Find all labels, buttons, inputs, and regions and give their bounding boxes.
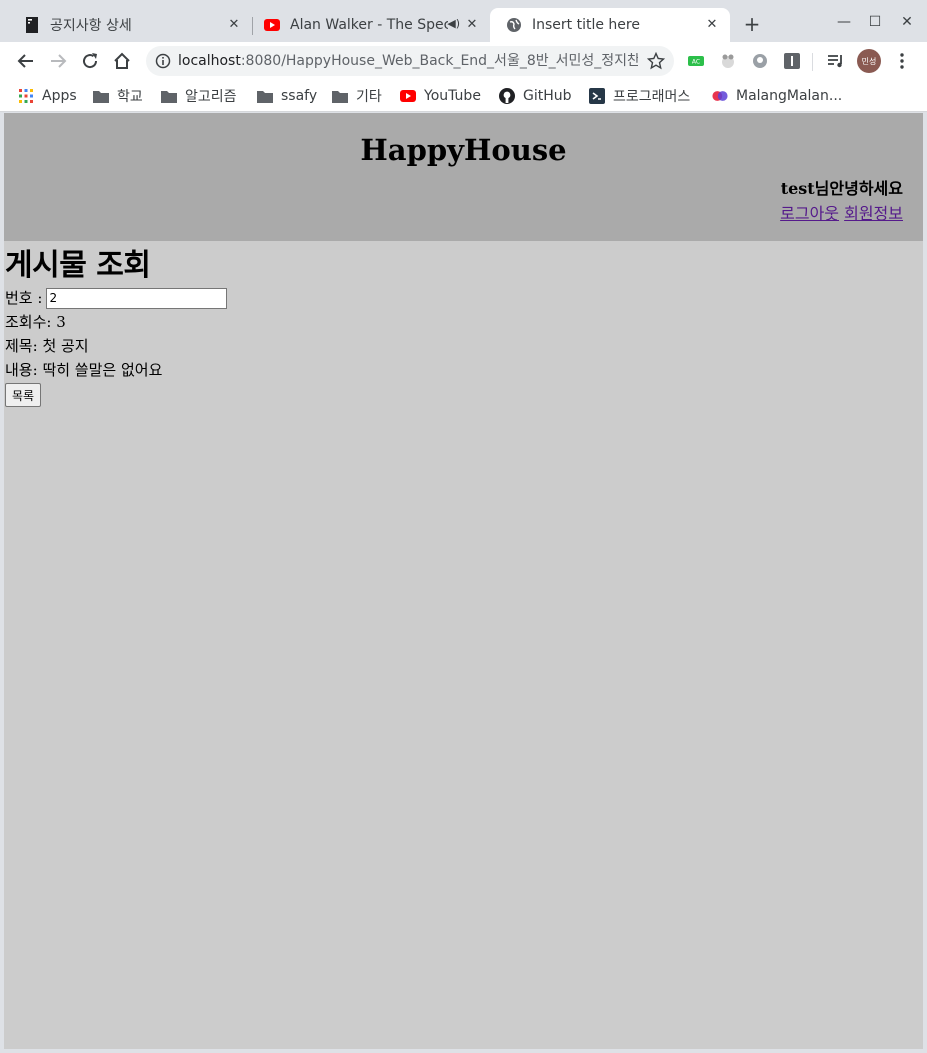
content-value: 딱히 쓸말은 없어요 (42, 361, 163, 379)
panda-extension-icon[interactable] (718, 51, 738, 71)
globe-icon (506, 17, 522, 33)
bookmark-apps[interactable]: Apps (18, 86, 77, 106)
folder-icon (257, 88, 273, 104)
menu-dots-icon[interactable] (892, 51, 912, 71)
forward-icon[interactable] (47, 50, 69, 72)
apps-grid-icon (18, 88, 34, 104)
ac-extension-icon[interactable]: AC (686, 51, 706, 71)
url-host: localhost (178, 53, 241, 69)
tab-title: Alan Walker - The Spec (290, 17, 448, 33)
github-extension-icon[interactable] (750, 51, 770, 71)
bookmark-youtube[interactable]: YouTube (400, 86, 481, 106)
member-info-link[interactable]: 회원정보 (844, 204, 903, 223)
header-links: 로그아웃 회원정보 (780, 200, 903, 224)
back-icon[interactable] (15, 50, 37, 72)
document-icon (24, 17, 40, 33)
bookmark-label: MalangMalan... (736, 88, 843, 104)
media-control-icon[interactable] (826, 51, 846, 71)
tab-title: Insert title here (532, 17, 640, 33)
folder-icon (332, 88, 348, 104)
minimize-icon[interactable]: — (834, 12, 854, 32)
logout-link[interactable]: 로그아웃 (780, 204, 839, 223)
bookmark-github[interactable]: GitHub (499, 86, 572, 106)
info-icon[interactable] (155, 53, 171, 69)
bookmark-label: 기타 (356, 89, 382, 105)
bookmark-label: 프로그래머스 (613, 89, 691, 105)
page-viewport: HappyHouse test님안녕하세요 로그아웃 회원정보 게시물 조회 번… (4, 113, 923, 1049)
bookmark-malang[interactable]: MalangMalan... (712, 86, 842, 106)
window-frame-right (923, 113, 927, 1053)
url-path: :8080/HappyHouse_Web_Back_End_서울_8반_서민성_… (240, 53, 638, 69)
window-frame-bottom (0, 1049, 927, 1053)
content-row: 내용: 딱히 쓸말은 없어요 (5, 358, 923, 382)
bookmark-folder-school[interactable]: 학교 (93, 86, 143, 106)
folder-icon (161, 88, 177, 104)
user-greeting: test님안녕하세요 (780, 179, 903, 198)
bookmark-folder-etc[interactable]: 기타 (332, 86, 382, 106)
new-tab-button[interactable]: + (742, 14, 762, 34)
bookmark-folder-algorithm[interactable]: 알고리즘 (161, 86, 237, 106)
bookmark-star-icon[interactable] (646, 51, 666, 70)
bookmark-folder-ssafy[interactable]: ssafy (257, 86, 317, 106)
reader-extension-icon[interactable] (782, 51, 802, 71)
list-button[interactable]: 목록 (5, 383, 42, 407)
close-icon[interactable]: ✕ (464, 17, 480, 33)
tab-title: 공지사항 상세 (50, 18, 132, 34)
bookmark-label: GitHub (523, 88, 572, 104)
address-bar[interactable]: localhost:8080/HappyHouse_Web_Back_End_서… (146, 46, 674, 76)
youtube-icon (264, 17, 280, 33)
title-row: 제목: 첫 공지 (5, 334, 923, 358)
number-field[interactable] (46, 287, 228, 309)
github-icon (499, 88, 515, 104)
reload-icon[interactable] (79, 50, 101, 72)
avatar[interactable]: 민성 (857, 49, 881, 73)
speaker-icon[interactable]: ◀) (447, 17, 460, 30)
programmers-icon (589, 88, 605, 104)
home-icon[interactable] (111, 50, 133, 72)
views-row: 조회수: 3 (5, 310, 923, 334)
tab-strip: 공지사항 상세 ✕ Alan Walker - The Spec ◀) ✕ In… (0, 0, 927, 42)
content-label: 내용: (5, 361, 38, 379)
tab-notice-detail[interactable]: 공지사항 상세 ✕ (8, 8, 252, 42)
malang-icon (712, 88, 728, 104)
folder-icon (93, 88, 109, 104)
site-header: HappyHouse test님안녕하세요 로그아웃 회원정보 (4, 113, 923, 241)
number-label: 번호 : (5, 289, 43, 307)
title-value: 첫 공지 (42, 337, 89, 355)
article-view: 게시물 조회 번호 : 조회수: 3 제목: 첫 공지 내용: 딱히 쓸말은 없… (4, 241, 923, 407)
bookmark-label: 알고리즘 (185, 89, 237, 105)
url-text[interactable]: localhost:8080/HappyHouse_Web_Back_End_서… (178, 53, 638, 69)
window-close-icon[interactable]: ✕ (897, 12, 917, 32)
bookmark-label: ssafy (281, 88, 318, 104)
close-icon[interactable]: ✕ (704, 17, 720, 33)
site-title: HappyHouse (360, 133, 567, 167)
title-label: 제목: (5, 337, 38, 355)
youtube-icon (400, 88, 416, 104)
bookmark-label: YouTube (424, 88, 481, 104)
bookmark-label: Apps (42, 88, 77, 104)
bookmarks-bar: Apps 학교 알고리즘 ssafy 기타 YouTube GitHub 프로그… (0, 80, 927, 112)
close-icon[interactable]: ✕ (226, 17, 242, 33)
maximize-icon[interactable]: ☐ (865, 12, 885, 32)
bookmark-programmers[interactable]: 프로그래머스 (589, 86, 690, 106)
views-label: 조회수: (5, 313, 52, 331)
svg-text:AC: AC (692, 59, 700, 66)
browser-toolbar: localhost:8080/HappyHouse_Web_Back_End_서… (0, 42, 927, 80)
tab-youtube[interactable]: Alan Walker - The Spec ◀) ✕ (248, 8, 490, 42)
bookmark-label: 학교 (117, 89, 143, 105)
views-value: 3 (56, 313, 66, 331)
number-row: 번호 : (5, 286, 923, 310)
tab-insert-title[interactable]: Insert title here ✕ (490, 8, 730, 42)
page-title: 게시물 조회 (5, 248, 151, 283)
